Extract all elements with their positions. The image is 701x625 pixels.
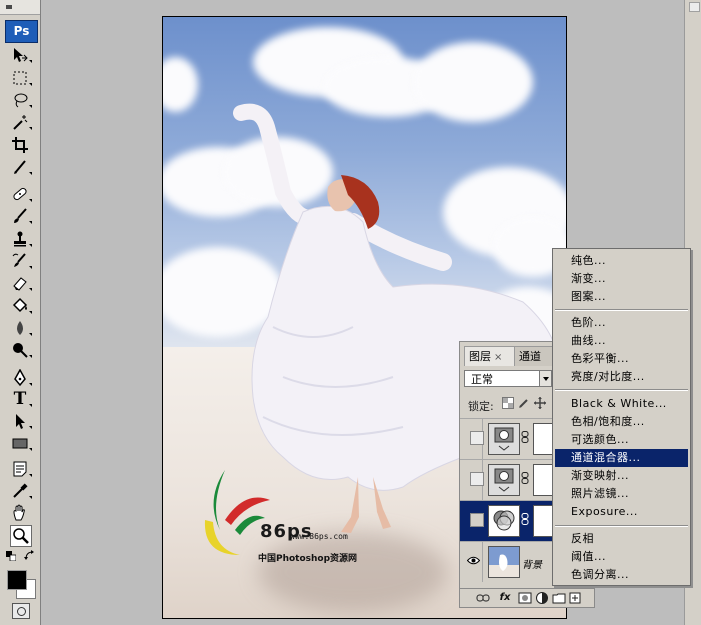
menu-item-pattern[interactable]: 图案...	[555, 288, 688, 306]
type-icon[interactable]: T	[10, 389, 32, 409]
lock-label: 锁定:	[468, 400, 494, 413]
menu-item-gradient[interactable]: 渐变...	[555, 270, 688, 288]
background-thumb-icon	[488, 546, 520, 578]
lock-transparency-icon[interactable]	[502, 397, 514, 409]
slice-icon[interactable]	[10, 157, 32, 177]
paint-bucket-icon[interactable]	[10, 296, 32, 316]
link-chain-icon[interactable]	[521, 513, 529, 525]
path-select-icon[interactable]	[10, 411, 32, 431]
visibility-toggle[interactable]	[464, 460, 484, 500]
hand-icon[interactable]	[10, 503, 30, 523]
crop-icon[interactable]	[10, 135, 30, 155]
zoom-icon[interactable]	[10, 525, 32, 547]
adjustment-thumb-icon	[488, 464, 520, 496]
lasso-icon[interactable]	[10, 90, 32, 110]
history-brush-icon[interactable]	[10, 251, 32, 271]
menu-item-curves[interactable]: 曲线...	[555, 332, 688, 350]
watermark-url: www.86ps.com	[290, 532, 348, 541]
group-icon[interactable]	[552, 591, 566, 605]
menu-item-exposure[interactable]: Exposure...	[555, 503, 688, 521]
default-colors-icon[interactable]	[6, 551, 16, 561]
layer-name: 背景	[522, 560, 542, 571]
link-chain-icon[interactable]	[521, 431, 529, 443]
menu-item-black-white[interactable]: Black & White...	[555, 395, 688, 413]
mask-icon[interactable]	[518, 591, 532, 605]
eyedropper-icon[interactable]	[10, 481, 32, 501]
watermark-site-name: 中国Photoshop资源网	[258, 554, 358, 564]
menu-item-invert[interactable]: 反相	[555, 530, 688, 548]
blur-icon[interactable]	[10, 318, 32, 338]
adjustment-layer-menu: 纯色... 渐变... 图案... 色阶... 曲线... 色彩平衡... 亮度…	[552, 248, 691, 586]
adjustment-icon[interactable]	[535, 591, 549, 605]
lock-position-icon[interactable]	[534, 397, 546, 409]
menu-item-solid-color[interactable]: 纯色...	[555, 252, 688, 270]
menu-item-brightness-contrast[interactable]: 亮度/对比度...	[555, 368, 688, 386]
menu-separator	[555, 309, 688, 311]
type-glyph: T	[13, 389, 27, 409]
visibility-toggle[interactable]	[464, 542, 483, 582]
swap-colors-icon[interactable]	[24, 550, 36, 562]
notes-icon[interactable]	[10, 459, 32, 479]
healing-brush-icon[interactable]	[10, 184, 32, 204]
channel-mixer-thumb-icon	[488, 505, 520, 537]
tab-channels[interactable]: 通道	[514, 346, 554, 366]
dodge-icon[interactable]	[10, 340, 32, 360]
menu-separator	[555, 525, 688, 527]
eraser-icon[interactable]	[10, 273, 32, 293]
quick-mask-icon[interactable]	[12, 603, 30, 619]
lock-pixels-icon[interactable]	[518, 397, 530, 409]
foreground-color-swatch[interactable]	[7, 570, 27, 590]
magic-wand-icon[interactable]	[10, 112, 32, 132]
menu-item-levels[interactable]: 色阶...	[555, 314, 688, 332]
menu-item-photo-filter[interactable]: 照片滤镜...	[555, 485, 688, 503]
ps-logo[interactable]: Ps	[5, 20, 38, 43]
menu-item-hue-saturation[interactable]: 色相/饱和度...	[555, 413, 688, 431]
menu-item-color-balance[interactable]: 色彩平衡...	[555, 350, 688, 368]
clone-stamp-icon[interactable]	[10, 229, 32, 249]
pen-icon[interactable]	[10, 368, 32, 388]
menu-separator	[555, 389, 688, 391]
fx-icon[interactable]: fx	[498, 591, 512, 605]
brush-icon[interactable]	[10, 206, 32, 226]
rect-marquee-icon[interactable]	[10, 68, 32, 88]
link-icon[interactable]	[476, 591, 490, 605]
scroll-up-arrow[interactable]	[689, 2, 700, 12]
menu-item-threshold[interactable]: 阈值...	[555, 548, 688, 566]
close-icon[interactable]: ×	[494, 352, 502, 363]
tab-channels-label: 通道	[519, 350, 541, 363]
tools-panel: Ps T	[0, 0, 41, 625]
menu-item-channel-mixer[interactable]: 通道混合器...	[555, 449, 688, 467]
tab-layers-label: 图层	[469, 350, 491, 363]
chevron-down-icon[interactable]	[539, 370, 552, 387]
visibility-toggle[interactable]	[464, 419, 484, 459]
tab-layers[interactable]: 图层 ×	[464, 346, 520, 366]
new-layer-icon[interactable]	[568, 591, 582, 605]
adjustment-thumb-icon	[488, 423, 520, 455]
panel-grip[interactable]	[0, 0, 40, 15]
rectangle-shape-icon[interactable]	[10, 433, 32, 453]
link-chain-icon[interactable]	[521, 472, 529, 484]
visibility-toggle[interactable]	[464, 501, 484, 541]
eye-icon[interactable]	[467, 556, 480, 565]
menu-item-posterize[interactable]: 色调分离...	[555, 566, 688, 584]
menu-item-selective-color[interactable]: 可选颜色...	[555, 431, 688, 449]
menu-item-gradient-map[interactable]: 渐变映射...	[555, 467, 688, 485]
move-icon[interactable]	[10, 45, 32, 65]
layers-panel-footer: fx	[460, 588, 594, 607]
